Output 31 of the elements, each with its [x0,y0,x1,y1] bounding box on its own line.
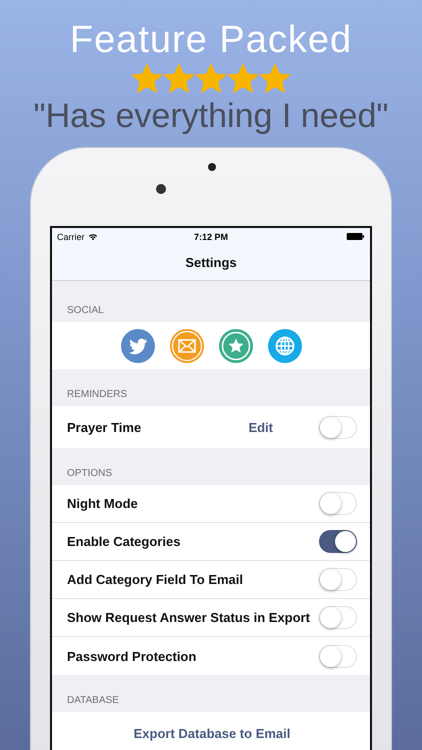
setting-label: Password Protection [67,648,198,664]
star-icon [227,63,259,95]
bird-icon[interactable] [120,328,156,364]
speaker-icon [208,163,216,171]
status-time: 7:12 PM [194,232,228,242]
section-header: REMINDERS [67,389,128,400]
toggle-switch[interactable] [319,530,357,553]
star-icon [163,63,195,95]
section-header: DATABASE [67,695,119,706]
section-header: OPTIONS [67,468,112,479]
star-icon [131,63,163,95]
wifi-icon [88,232,98,240]
globe-icon[interactable] [266,328,302,364]
tagline: "Has everything I need" [34,96,388,136]
carrier-label: Carrier [57,232,85,242]
edit-link[interactable]: Edit [248,420,273,434]
setting-label: Night Mode [67,496,139,511]
setting-label: Prayer Time [67,420,142,434]
envelope-icon[interactable] [168,328,204,364]
setting-label: Add Category Field To Email [67,572,244,587]
export-button[interactable]: Export Database to Email [134,726,290,740]
battery-icon [346,233,365,240]
star-icon [195,63,227,95]
star-icon [259,63,291,95]
setting-label: Show Request Answer Status in Export [67,610,311,625]
setting-label: Enable Categories [67,534,182,549]
camera-icon [156,184,166,194]
star-circle-icon[interactable] [218,328,254,364]
section-header: SOCIAL [67,305,104,316]
nav-title: Settings [185,255,237,270]
headline: Feature Packed [70,18,352,62]
